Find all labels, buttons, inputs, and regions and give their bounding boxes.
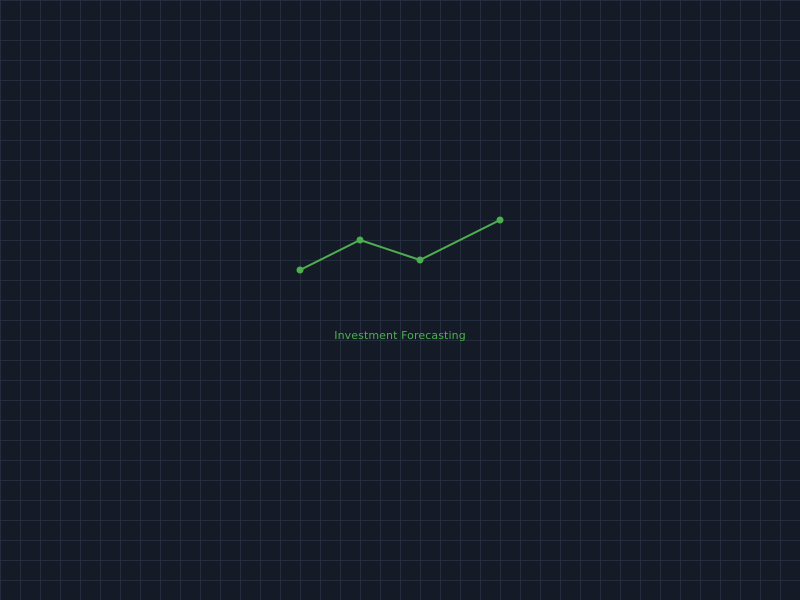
trend-point-4: [496, 216, 504, 224]
trend-point-2: [356, 236, 364, 244]
trend-point-3: [416, 256, 424, 264]
trend-point-1: [296, 266, 304, 274]
trend-line-icon: [296, 216, 504, 274]
app-caption: Investment Forecasting: [334, 329, 466, 342]
trend-line: [299, 219, 501, 271]
splash-screen: Investment Forecasting: [0, 0, 800, 600]
